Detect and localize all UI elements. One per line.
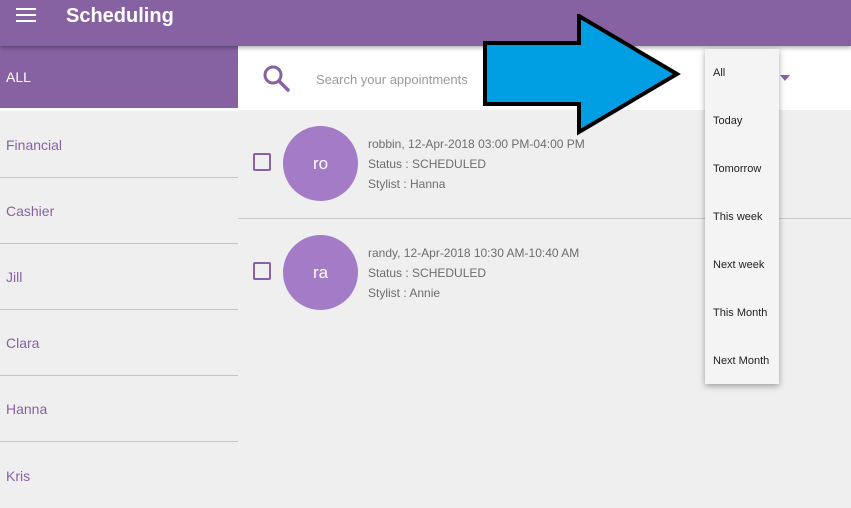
appointment-header: robbin, 12-Apr-2018 03:00 PM-04:00 PM [368, 137, 585, 151]
appointment-stylist: Stylist : Annie [368, 286, 441, 300]
sidebar-item-all[interactable]: ALL [0, 46, 238, 111]
filter-option-this-week[interactable]: This week [713, 211, 763, 223]
avatar: ro [283, 126, 358, 201]
appointment-checkbox[interactable] [253, 153, 271, 171]
appointment-header: randy, 12-Apr-2018 10:30 AM-10:40 AM [368, 246, 580, 260]
sidebar-item-label: ALL [6, 69, 31, 85]
app-bar: Scheduling [0, 0, 851, 46]
sidebar-item-label: Jill [6, 269, 23, 285]
filter-option-tomorrow[interactable]: Tomorrow [713, 163, 761, 175]
app-title: Scheduling [66, 5, 174, 27]
sidebar: ALL Financial Cashier Jill Clara Hanna K… [0, 46, 238, 508]
sidebar-item-clara[interactable]: Clara [0, 311, 238, 376]
filter-dropdown-menu: All Today Tomorrow This week Next week T… [705, 49, 779, 384]
appointment-status: Status : SCHEDULED [368, 266, 487, 280]
sidebar-item-financial[interactable]: Financial [0, 113, 238, 178]
filter-option-next-month[interactable]: Next Month [713, 355, 769, 367]
filter-dropdown-caret-icon[interactable] [780, 75, 790, 81]
hamburger-menu-icon[interactable] [16, 8, 36, 22]
filter-option-today[interactable]: Today [713, 115, 742, 127]
sidebar-item-cashier[interactable]: Cashier [0, 179, 238, 244]
filter-option-all[interactable]: All [713, 67, 725, 79]
sidebar-item-label: Kris [6, 467, 31, 484]
filter-option-this-month[interactable]: This Month [713, 307, 767, 319]
annotation-arrow-icon [483, 14, 681, 136]
search-icon[interactable] [262, 64, 290, 92]
sidebar-item-hanna[interactable]: Hanna [0, 377, 238, 442]
sidebar-item-label: Hanna [6, 401, 48, 417]
appointment-status: Status : SCHEDULED [368, 157, 487, 171]
sidebar-item-label: Cashier [6, 203, 55, 219]
avatar: ra [283, 235, 358, 310]
appointment-checkbox[interactable] [253, 262, 271, 280]
sidebar-item-label: Clara [6, 335, 40, 351]
search-input[interactable] [314, 68, 488, 90]
sidebar-item-kris[interactable]: Kris [0, 443, 238, 508]
sidebar-item-label: Financial [6, 137, 63, 153]
filter-option-next-week[interactable]: Next week [713, 259, 764, 271]
sidebar-item-jill[interactable]: Jill [0, 245, 238, 310]
appointment-stylist: Stylist : Hanna [368, 177, 446, 191]
